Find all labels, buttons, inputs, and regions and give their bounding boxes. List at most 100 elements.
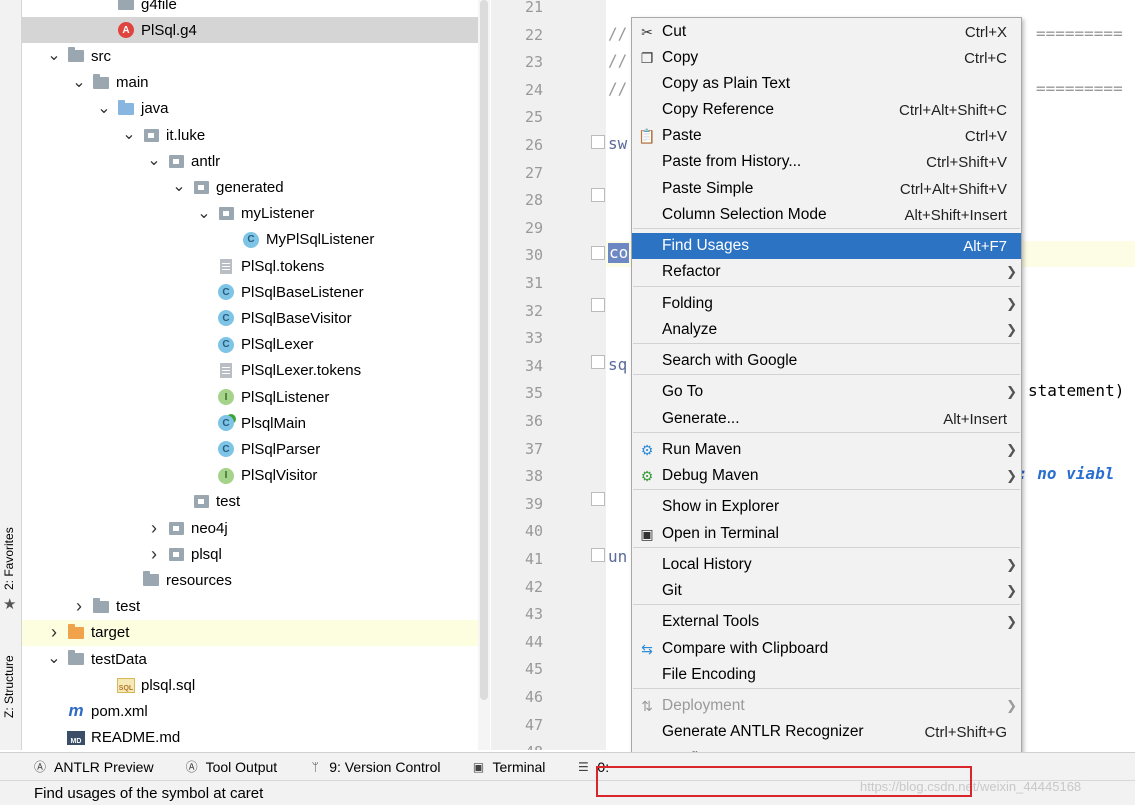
- tree-item[interactable]: ⌄ antlr: [22, 148, 478, 174]
- tree-item[interactable]: ·resources: [22, 567, 478, 593]
- menu-item-go-to[interactable]: Go To ❯: [632, 379, 1021, 405]
- tree-item[interactable]: › test: [22, 594, 478, 620]
- tree-item-label: PlSql.g4: [141, 21, 197, 39]
- markdown-icon: MD: [67, 730, 85, 746]
- menu-item-label: Generate ANTLR Recognizer: [662, 723, 864, 740]
- tree-item-label: PlSqlLexer: [241, 336, 314, 354]
- antlr-preview-tab[interactable]: Ⓐ ANTLR Preview: [32, 759, 154, 775]
- menu-item-copy[interactable]: ❐ Copy Ctrl+C: [632, 45, 1021, 71]
- terminal-tab[interactable]: ▣ Terminal: [471, 759, 546, 775]
- tree-item[interactable]: ·g4file: [22, 0, 478, 17]
- tool-output-tab[interactable]: Ⓐ Tool Output: [184, 759, 278, 775]
- tree-item-label: README.md: [91, 729, 181, 747]
- menu-item-find-usages[interactable]: Find Usages Alt+F7: [632, 233, 1021, 259]
- tree-item[interactable]: ·CPlsqlMain: [22, 410, 478, 436]
- tree-item[interactable]: ·APlSql.g4: [22, 17, 478, 44]
- version-control-tab[interactable]: ᛘ 9: Version Control: [307, 759, 441, 775]
- chevron-down-icon[interactable]: ⌄: [147, 153, 161, 169]
- chevron-right-icon[interactable]: ›: [72, 596, 86, 617]
- menu-item-debug-maven[interactable]: ⚙ Debug Maven ❯: [632, 463, 1021, 489]
- tree-item[interactable]: ⌄ testData: [22, 646, 478, 672]
- menu-separator: [633, 547, 1020, 548]
- tree-item[interactable]: ·CPlSqlBaseListener: [22, 279, 478, 305]
- favorites-tab[interactable]: 2: Favorites: [2, 527, 16, 590]
- tree-item[interactable]: ⌄ generated: [22, 174, 478, 200]
- menu-item-column-selection-mode[interactable]: Column Selection Mode Alt+Shift+Insert: [632, 202, 1021, 228]
- structure-tab[interactable]: Z: Structure: [2, 655, 16, 718]
- menu-item-analyze[interactable]: Analyze ❯: [632, 317, 1021, 343]
- line-number: 26: [524, 136, 543, 154]
- menu-item-label: Compare with Clipboard: [662, 640, 829, 657]
- chevron-down-icon[interactable]: ⌄: [197, 205, 211, 221]
- chevron-down-icon[interactable]: ⌄: [172, 179, 186, 195]
- tree-item[interactable]: › plsql: [22, 541, 478, 567]
- chevron-down-icon[interactable]: ⌄: [72, 74, 86, 90]
- folder-icon: [92, 597, 110, 615]
- menu-item-cut[interactable]: ✂ Cut Ctrl+X: [632, 19, 1021, 45]
- tree-item[interactable]: ·IPlSqlVisitor: [22, 463, 478, 489]
- fold-marker[interactable]: [591, 492, 605, 506]
- chevron-right-icon[interactable]: ›: [147, 544, 161, 565]
- chevron-right-icon[interactable]: ›: [147, 518, 161, 539]
- menu-item-paste-from-history[interactable]: Paste from History... Ctrl+Shift+V: [632, 149, 1021, 175]
- tree-item-label: antlr: [191, 152, 221, 170]
- menu-item-compare-with-clipboard[interactable]: ⇆ Compare with Clipboard: [632, 636, 1021, 662]
- chevron-down-icon[interactable]: ⌄: [47, 48, 61, 64]
- menu-item-local-history[interactable]: Local History ❯: [632, 552, 1021, 578]
- menu-item-folding[interactable]: Folding ❯: [632, 291, 1021, 317]
- tree-item[interactable]: ·CPlSqlLexer: [22, 332, 478, 358]
- fold-marker[interactable]: [591, 246, 605, 260]
- tree-item[interactable]: ⌄ java: [22, 96, 478, 122]
- fold-marker[interactable]: [591, 355, 605, 369]
- package-icon: [192, 179, 210, 195]
- menu-item-paste-simple[interactable]: Paste Simple Ctrl+Alt+Shift+V: [632, 176, 1021, 202]
- chevron-right-icon: ❯: [1006, 296, 1017, 311]
- menu-item-git[interactable]: Git ❯: [632, 578, 1021, 604]
- chevron-down-icon[interactable]: ⌄: [47, 651, 61, 667]
- menu-item-run-maven[interactable]: ⚙ Run Maven ❯: [632, 437, 1021, 463]
- tree-item[interactable]: ⌄ main: [22, 70, 478, 96]
- menu-item-copy-reference[interactable]: Copy Reference Ctrl+Alt+Shift+C: [632, 97, 1021, 123]
- tree-item[interactable]: › neo4j: [22, 515, 478, 541]
- tree-item[interactable]: ·CMyPlSqlListener: [22, 227, 478, 253]
- code-comment: //: [608, 79, 628, 98]
- tree-item[interactable]: ·PlSqlLexer.tokens: [22, 358, 478, 384]
- tree-item[interactable]: ⌄ src: [22, 43, 478, 69]
- fold-marker[interactable]: [591, 298, 605, 312]
- line-number: 35: [524, 384, 543, 403]
- tree-scrollbar[interactable]: [478, 0, 490, 750]
- menu-item-open-in-terminal[interactable]: ▣ Open in Terminal: [632, 521, 1021, 547]
- menu-item-deployment[interactable]: ⇅ Deployment ❯: [632, 693, 1021, 719]
- menu-item-generate-antlr-recognizer[interactable]: Generate ANTLR Recognizer Ctrl+Shift+G: [632, 719, 1021, 745]
- menu-item-label: Open in Terminal: [662, 525, 779, 542]
- tree-item[interactable]: ⌄ myListener: [22, 201, 478, 227]
- menu-item-search-with-google[interactable]: Search with Google: [632, 348, 1021, 374]
- fold-marker[interactable]: [591, 135, 605, 149]
- menu-item-refactor[interactable]: Refactor ❯: [632, 259, 1021, 285]
- menu-separator: [633, 489, 1020, 490]
- menu-item-copy-as-plain-text[interactable]: Copy as Plain Text: [632, 71, 1021, 97]
- chevron-down-icon[interactable]: ⌄: [97, 100, 111, 116]
- menu-item-paste[interactable]: 📋 Paste Ctrl+V: [632, 123, 1021, 149]
- chevron-right-icon[interactable]: ›: [47, 622, 61, 643]
- fold-marker[interactable]: [591, 188, 605, 202]
- line-number: 42: [524, 577, 543, 596]
- fold-marker[interactable]: [591, 548, 605, 562]
- menu-item-file-encoding[interactable]: File Encoding: [632, 662, 1021, 688]
- tree-item[interactable]: › target: [22, 619, 478, 646]
- tree-item[interactable]: ·SQLplsql.sql: [22, 672, 478, 698]
- tree-item[interactable]: ·test: [22, 489, 478, 515]
- tree-item[interactable]: ·mpom.xml: [22, 698, 478, 724]
- menu-item-generate[interactable]: Generate... Alt+Insert: [632, 406, 1021, 432]
- tree-scroll-thumb[interactable]: [480, 0, 488, 700]
- tree-item[interactable]: ·CPlSqlBaseVisitor: [22, 305, 478, 331]
- tree-item[interactable]: ·CPlSqlParser: [22, 436, 478, 462]
- tree-item-label: test: [116, 598, 141, 616]
- tree-item[interactable]: ·MDREADME.md: [22, 725, 478, 750]
- tree-item[interactable]: ·PlSql.tokens: [22, 253, 478, 279]
- tree-item[interactable]: ·IPlSqlListener: [22, 384, 478, 410]
- menu-item-external-tools[interactable]: External Tools ❯: [632, 609, 1021, 635]
- chevron-down-icon[interactable]: ⌄: [122, 127, 136, 143]
- tree-item[interactable]: ⌄ it.luke: [22, 122, 478, 148]
- menu-item-show-in-explorer[interactable]: Show in Explorer: [632, 494, 1021, 520]
